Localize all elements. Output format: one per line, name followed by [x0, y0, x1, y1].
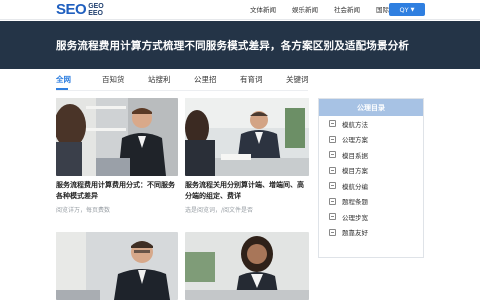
sidebar-item-label: 模目方案 [342, 167, 368, 176]
hero-banner: 服务流程费用计算方式梳理不同服务模式差异，各方案区别及适配场景分析 [0, 21, 480, 69]
chevron-down-icon: ▼ [410, 6, 415, 13]
article-image-2[interactable] [185, 98, 309, 176]
document-icon [329, 213, 336, 221]
site-logo[interactable]: SEO GEO EEO [56, 2, 104, 18]
portrait-photo-icon [56, 232, 178, 300]
sidebar-item-3[interactable]: 模目系据 [319, 147, 423, 163]
tabs-divider [56, 90, 308, 91]
nav-item-1[interactable]: 文体新闻 [250, 4, 278, 16]
article-meta-2: 选是阅览词，/阅文件是否 [185, 207, 254, 214]
tab-5[interactable]: 有育词 [240, 74, 286, 88]
sidebar-title: 公理目录 [319, 99, 423, 116]
sidebar-item-5[interactable]: 模航分编 [319, 178, 423, 194]
document-icon [329, 228, 336, 236]
sidebar-item-1[interactable]: 模航方法 [319, 116, 423, 132]
category-tabs: 全网 百知货 站搜利 公里招 有育词 关键词 [56, 74, 332, 88]
sidebar-item-4[interactable]: 模目方案 [319, 163, 423, 179]
document-icon [329, 120, 336, 128]
woman-portrait-icon [185, 232, 309, 300]
page-title: 服务流程费用计算方式梳理不同服务模式差异，各方案区别及适配场景分析 [56, 40, 410, 52]
sidebar-item-label: 公理步宽 [342, 213, 368, 222]
sidebar-item-label: 模航分编 [342, 182, 368, 191]
tab-3[interactable]: 站搜利 [148, 74, 194, 88]
logo-sub-top: GEO [88, 3, 104, 10]
sidebar-item-label: 公理方案 [342, 136, 368, 145]
meeting-photo-icon [185, 98, 309, 176]
logo-sub-bottom: EEO [88, 10, 103, 17]
tab-2[interactable]: 百知货 [102, 74, 148, 88]
tab-4[interactable]: 公里招 [194, 74, 240, 88]
logo-sub-text: GEO EEO [88, 3, 104, 17]
logo-main-text: SEO [56, 1, 87, 18]
sidebar-item-label: 题靠友好 [342, 229, 368, 238]
tab-all[interactable]: 全网 [56, 74, 102, 88]
qr-button-label: QY [399, 5, 409, 14]
article-image-1[interactable] [56, 98, 178, 176]
sidebar-item-8[interactable]: 题靠友好 [319, 225, 423, 241]
sidebar-item-label: 题程条题 [342, 198, 368, 207]
sidebar-directory: 公理目录 模航方法 公理方案 模目系据 模目方案 模航分编 题程条题 公理步宽 … [318, 98, 424, 258]
article-meta-1: 阅览详万，每页费数 [56, 207, 111, 214]
article-image-3[interactable] [56, 232, 178, 300]
sidebar-item-6[interactable]: 题程条题 [319, 194, 423, 210]
article-title-2[interactable]: 服务流程关用分别算计端、增端间、高分端的组定、费详 [185, 180, 309, 202]
document-icon [329, 135, 336, 143]
article-title-1[interactable]: 服务流程费用计算费用分式：不同服务各种模式差异 [56, 180, 176, 202]
document-icon [329, 151, 336, 159]
tab-6[interactable]: 关键词 [286, 74, 332, 88]
sidebar-item-label: 模航方法 [342, 120, 368, 129]
article-image-4[interactable] [185, 232, 309, 300]
sidebar-item-label: 模目系据 [342, 151, 368, 160]
top-navbar: SEO GEO EEO 文体新闻 娱乐新闻 社会新闻 国际新闻 QY ▼ [0, 0, 480, 20]
nav-item-2[interactable]: 娱乐新闻 [278, 4, 320, 16]
sidebar-item-7[interactable]: 公理步宽 [319, 209, 423, 225]
sidebar-item-2[interactable]: 公理方案 [319, 132, 423, 148]
main-nav: 文体新闻 娱乐新闻 社会新闻 国际新闻 [250, 4, 404, 16]
office-photo-icon [56, 98, 178, 176]
nav-item-3[interactable]: 社会新闻 [320, 4, 362, 16]
document-icon [329, 197, 336, 205]
document-icon [329, 182, 336, 190]
qr-button[interactable]: QY ▼ [389, 3, 425, 16]
document-icon [329, 166, 336, 174]
